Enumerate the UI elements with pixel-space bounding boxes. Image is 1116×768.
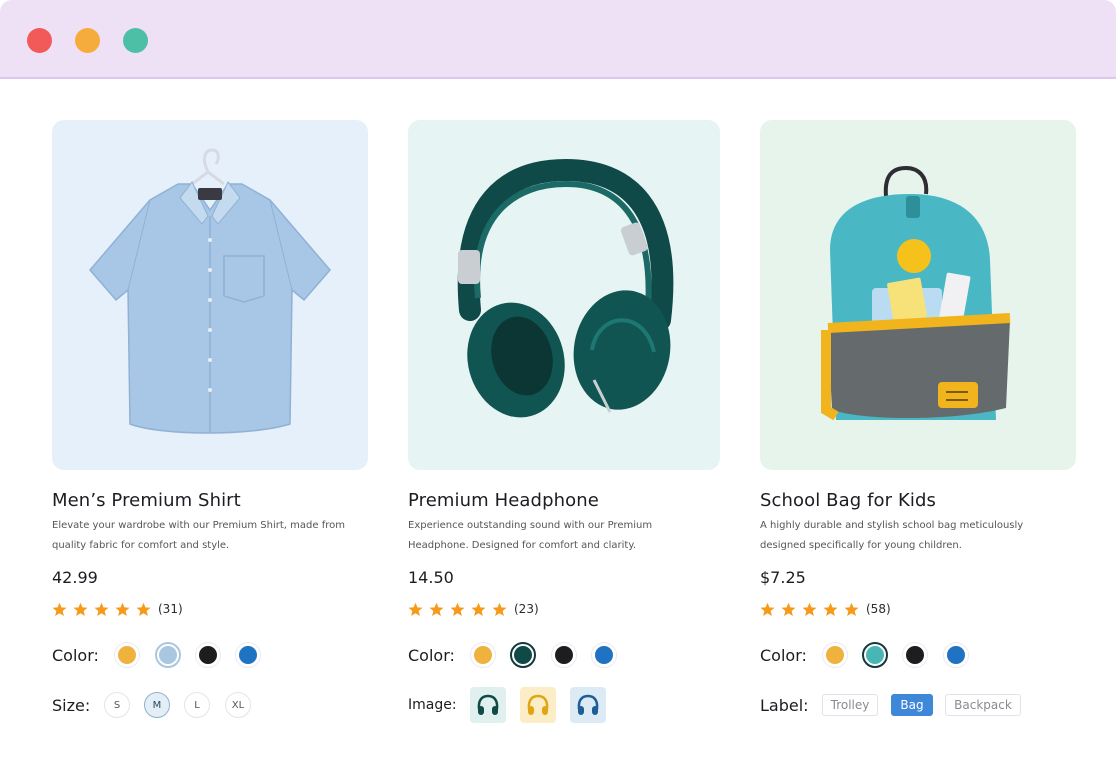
star-icon: [471, 602, 486, 616]
image-label: Image:: [408, 697, 457, 713]
product-image-shirt[interactable]: [52, 120, 368, 470]
color-swatch-light-blue[interactable]: [155, 642, 181, 668]
product-card-shirt[interactable]: Men’s Premium Shirt Elevate your wardrob…: [52, 120, 368, 718]
star-icon: [115, 602, 130, 616]
product-price: $7.25: [760, 568, 806, 587]
close-window-button[interactable]: [27, 28, 52, 53]
size-option-l[interactable]: L: [184, 692, 210, 718]
color-label: Color:: [408, 645, 455, 665]
minimize-window-button[interactable]: [75, 28, 100, 53]
color-swatch-yellow[interactable]: [470, 642, 496, 668]
product-description: Elevate your wardrobe with our Premium S…: [52, 520, 345, 551]
color-swatch-blue[interactable]: [235, 642, 261, 668]
product-description: Experience outstanding sound with our Pr…: [408, 520, 653, 551]
product-title[interactable]: Premium Headphone: [408, 490, 599, 511]
product-title[interactable]: School Bag for Kids: [760, 490, 936, 511]
color-swatch-yellow[interactable]: [114, 642, 140, 668]
size-label: Size:: [52, 695, 91, 715]
maximize-window-button[interactable]: [123, 28, 148, 53]
shirt-icon: [89, 148, 331, 434]
size-option-xl[interactable]: XL: [225, 692, 251, 718]
star-icon: [802, 602, 817, 616]
color-swatch-blue[interactable]: [591, 642, 617, 668]
star-icon: [136, 602, 151, 616]
star-icon: [844, 602, 859, 616]
color-swatch-teal[interactable]: [862, 642, 888, 668]
image-selector: Image:: [408, 686, 720, 724]
label-option-bag[interactable]: Bag: [891, 694, 933, 716]
review-count: (31): [158, 602, 183, 616]
teal-headphone-icon[interactable]: [470, 687, 506, 723]
star-icon: [450, 602, 465, 616]
size-option-s[interactable]: S: [104, 692, 130, 718]
browser-window: Men’s Premium Shirt Elevate your wardrob…: [0, 0, 1116, 768]
window-titlebar: [0, 0, 1116, 79]
label-label: Label:: [760, 695, 809, 715]
product-image-headphone[interactable]: [408, 120, 720, 470]
color-swatch-yellow[interactable]: [822, 642, 848, 668]
blue-headphone-icon[interactable]: [570, 687, 606, 723]
review-count: (58): [866, 602, 891, 616]
star-icon: [94, 602, 109, 616]
star-icon: [73, 602, 88, 616]
star-icon: [492, 602, 507, 616]
product-card-school-bag[interactable]: School Bag for Kids A highly durable and…: [760, 120, 1076, 716]
star-icon: [781, 602, 796, 616]
product-rating: (23): [408, 600, 539, 618]
color-label: Color:: [52, 645, 99, 665]
color-selector: Color:: [408, 641, 720, 669]
color-label: Color:: [760, 645, 807, 665]
label-selector: Label: Trolley Bag Backpack: [760, 686, 1076, 724]
star-icon: [429, 602, 444, 616]
color-swatch-dark-green[interactable]: [510, 642, 536, 668]
yellow-headphone-icon[interactable]: [520, 687, 556, 723]
star-icon: [408, 602, 423, 616]
product-rating: (58): [760, 600, 891, 618]
headphone-icon: [457, 158, 674, 418]
color-swatch-black[interactable]: [551, 642, 577, 668]
color-swatch-black[interactable]: [902, 642, 928, 668]
backpack-icon: [821, 165, 1011, 421]
label-option-backpack[interactable]: Backpack: [945, 694, 1021, 716]
product-rating: (31): [52, 600, 183, 618]
star-icon: [52, 602, 67, 616]
product-title[interactable]: Men’s Premium Shirt: [52, 490, 241, 511]
product-image-school-bag[interactable]: [760, 120, 1076, 470]
review-count: (23): [514, 602, 539, 616]
product-price: 14.50: [408, 568, 454, 587]
color-swatch-blue[interactable]: [943, 642, 969, 668]
label-option-trolley[interactable]: Trolley: [822, 694, 878, 716]
size-selector: Size: S M L XL: [52, 686, 368, 724]
color-selector: Color:: [760, 641, 1076, 669]
product-price: 42.99: [52, 568, 98, 587]
product-card-headphone[interactable]: Premium Headphone Experience outstanding…: [408, 120, 720, 723]
size-option-m[interactable]: M: [144, 692, 170, 718]
color-swatch-black[interactable]: [195, 642, 221, 668]
color-selector: Color:: [52, 641, 368, 669]
product-description: A highly durable and stylish school bag …: [760, 520, 1024, 551]
star-icon: [760, 602, 775, 616]
star-icon: [823, 602, 838, 616]
